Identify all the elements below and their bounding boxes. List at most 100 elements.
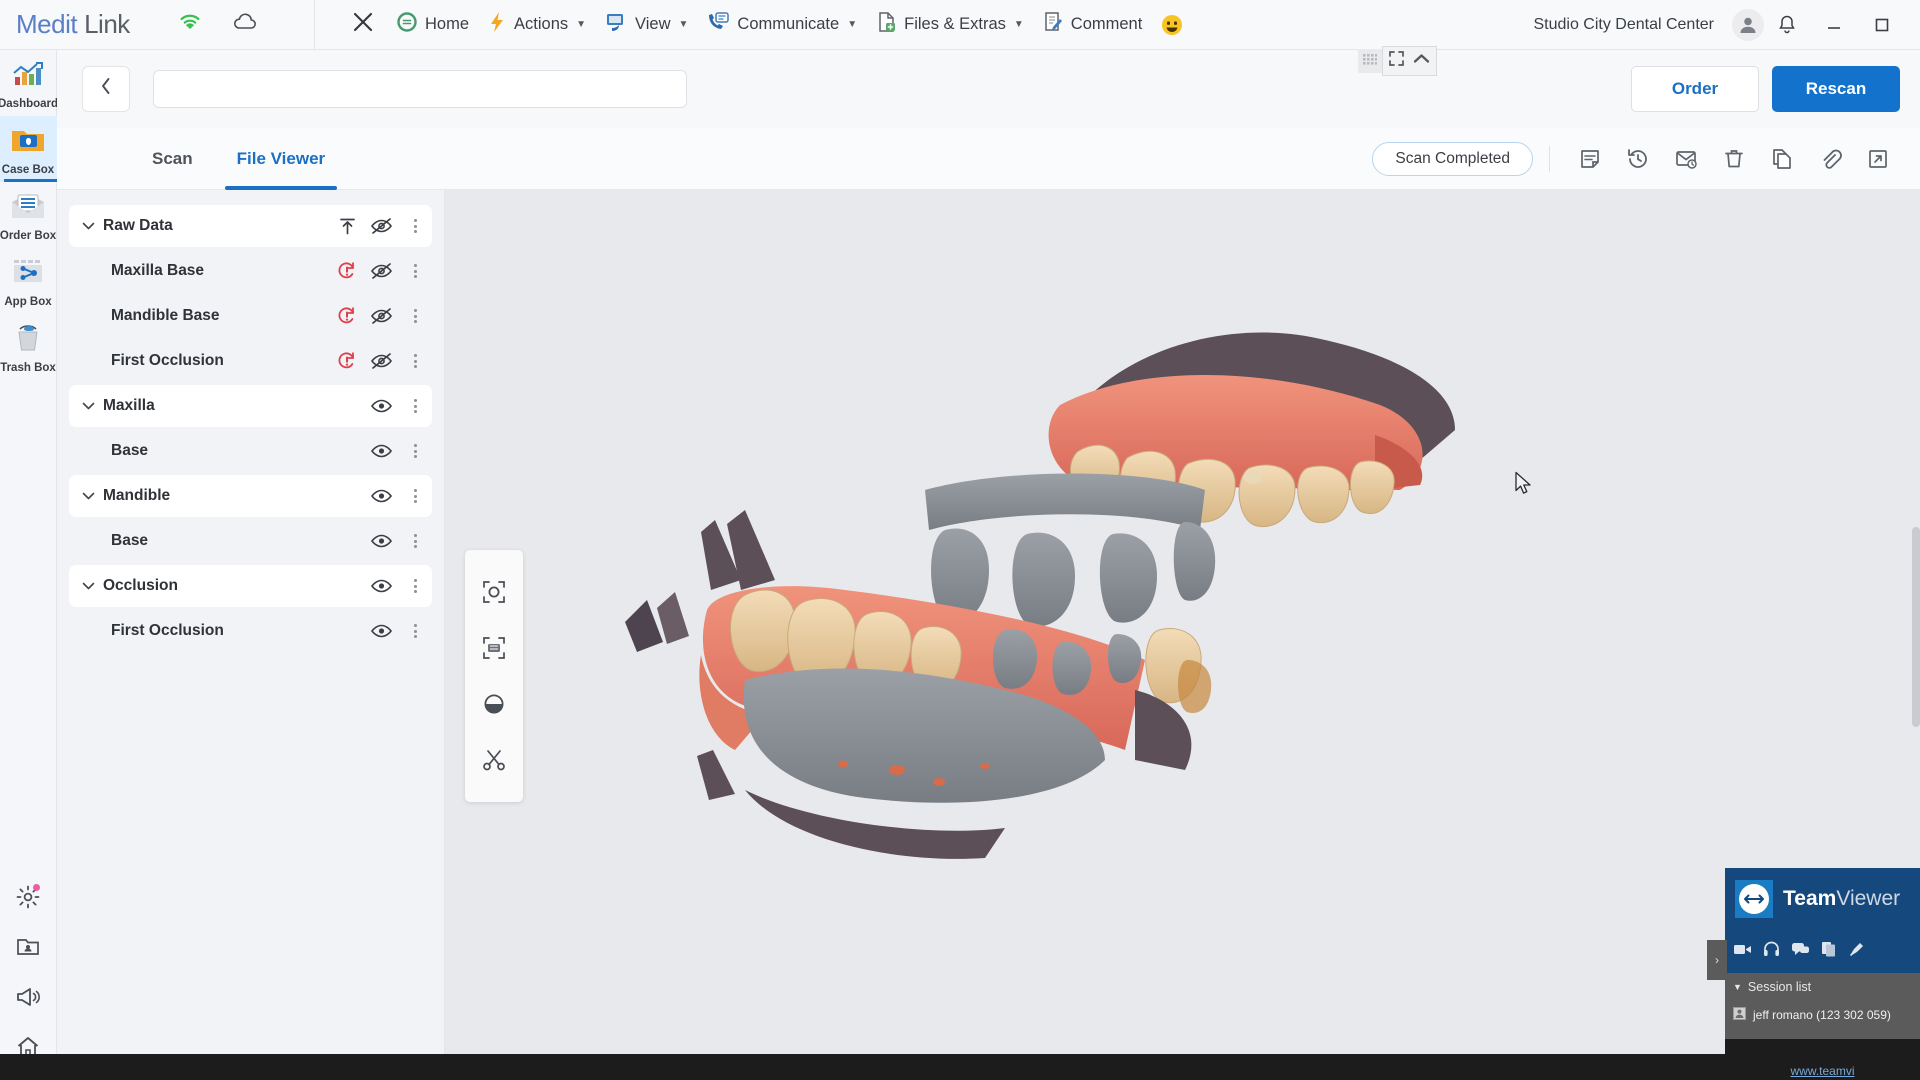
teamviewer-url[interactable]: www.teamvi — [1790, 1064, 1854, 1080]
eye-off-icon[interactable] — [364, 205, 398, 247]
tree-row-mandible[interactable]: Mandible — [69, 475, 432, 517]
tree-row-maxilla-base-child[interactable]: Base — [69, 430, 432, 472]
fullscreen-icon[interactable] — [1388, 50, 1405, 72]
menu-home[interactable]: Home — [387, 0, 478, 50]
menu-actions[interactable]: Actions ▼ — [478, 0, 595, 50]
eye-off-icon[interactable] — [364, 295, 398, 337]
rescan-button[interactable]: Rescan — [1772, 66, 1900, 112]
bell-icon[interactable] — [1764, 2, 1810, 48]
kebab-icon[interactable] — [398, 340, 432, 382]
attachment-icon[interactable] — [1806, 138, 1854, 180]
sidebar-item-case-box[interactable]: Case Box — [0, 116, 57, 182]
chevron-down-icon[interactable] — [75, 491, 101, 501]
history-icon[interactable] — [1614, 138, 1662, 180]
sidebar-item-app-box[interactable]: App Box — [0, 248, 57, 314]
kebab-icon[interactable] — [398, 385, 432, 427]
eye-icon[interactable] — [364, 565, 398, 607]
upload-icon[interactable] — [330, 205, 364, 247]
menu-communicate-label: Communicate — [737, 15, 840, 33]
warning-refresh-icon[interactable] — [330, 295, 364, 337]
chat-phone-icon — [706, 11, 730, 38]
monitor-icon — [604, 11, 628, 38]
tree-row-first-occlusion-raw[interactable]: First Occlusion — [69, 340, 432, 382]
chevron-down-icon[interactable] — [75, 221, 101, 231]
video-icon[interactable] — [1733, 942, 1752, 962]
scissors-icon[interactable] — [465, 732, 523, 788]
chevron-down-icon[interactable] — [75, 581, 101, 591]
tree-row-mandible-base-child[interactable]: Base — [69, 520, 432, 562]
search-input-wrapper[interactable] — [153, 70, 687, 108]
eye-icon[interactable] — [364, 430, 398, 472]
tree-row-mandible-base[interactable]: Mandible Base — [69, 295, 432, 337]
teamviewer-expand-tab[interactable]: › — [1707, 940, 1727, 980]
files-icon[interactable] — [1821, 941, 1837, 962]
kebab-icon[interactable] — [398, 610, 432, 652]
kebab-icon[interactable] — [398, 295, 432, 337]
eye-icon[interactable] — [364, 520, 398, 562]
mail-pending-icon[interactable] — [1662, 138, 1710, 180]
close-icon[interactable] — [339, 10, 387, 39]
sidebar-item-trash-box[interactable]: Trash Box — [0, 314, 57, 380]
maximize-icon[interactable] — [1858, 0, 1906, 50]
kebab-icon[interactable] — [398, 475, 432, 517]
tree-row-raw-data[interactable]: Raw Data — [69, 205, 432, 247]
grey-restoration-mesh — [925, 473, 1216, 627]
order-button[interactable]: Order — [1631, 66, 1759, 112]
grid-icon[interactable] — [1358, 49, 1382, 73]
kebab-icon[interactable] — [398, 520, 432, 562]
tab-file-viewer[interactable]: File Viewer — [215, 128, 348, 190]
menu-files-label: Files & Extras — [904, 15, 1006, 33]
session-list-header[interactable]: ▼ Session list — [1725, 973, 1920, 1001]
smiley-icon[interactable] — [1151, 0, 1193, 50]
model-viewport[interactable] — [445, 190, 1920, 1080]
tree-row-occlusion[interactable]: Occlusion — [69, 565, 432, 607]
back-button[interactable] — [82, 66, 130, 112]
fit-model-icon[interactable] — [465, 620, 523, 676]
menu-comment[interactable]: Comment — [1033, 0, 1152, 50]
tab-scan[interactable]: Scan — [130, 128, 215, 190]
kebab-icon[interactable] — [398, 565, 432, 607]
minimize-icon[interactable] — [1810, 0, 1858, 50]
viewport-scrollbar[interactable] — [1912, 527, 1920, 727]
top-menu-bar: Home Actions ▼ View ▼ Communicate ▼ File… — [315, 0, 1193, 50]
tree-row-maxilla[interactable]: Maxilla — [69, 385, 432, 427]
sidebar-item-order-box[interactable]: Order Box — [0, 182, 57, 248]
eye-off-icon[interactable] — [364, 250, 398, 292]
eye-off-icon[interactable] — [364, 340, 398, 382]
headset-icon[interactable] — [1763, 941, 1780, 962]
chevron-down-icon: ▼ — [847, 19, 858, 30]
search-input[interactable] — [166, 71, 674, 107]
copy-icon[interactable] — [1758, 138, 1806, 180]
chevron-down-icon[interactable] — [75, 401, 101, 411]
chat-icon[interactable] — [1791, 942, 1810, 962]
kebab-icon[interactable] — [398, 430, 432, 472]
open-external-icon[interactable] — [1854, 138, 1902, 180]
session-list-item[interactable]: jeff romano (123 302 059) — [1725, 1001, 1920, 1029]
warning-refresh-icon[interactable] — [330, 250, 364, 292]
eye-icon[interactable] — [364, 475, 398, 517]
megaphone-icon[interactable] — [0, 972, 57, 1022]
menu-view[interactable]: View ▼ — [595, 0, 697, 50]
chevron-right-icon: › — [1715, 953, 1719, 967]
menu-communicate[interactable]: Communicate ▼ — [697, 0, 866, 50]
trash-icon[interactable] — [1710, 138, 1758, 180]
occlusion-contrast-icon[interactable] — [465, 676, 523, 732]
warning-refresh-icon[interactable] — [330, 340, 364, 382]
eye-icon[interactable] — [364, 385, 398, 427]
gear-icon[interactable] — [0, 872, 57, 922]
sidebar-item-dashboard[interactable]: Dashboard — [0, 50, 58, 116]
chevron-up-icon[interactable] — [1412, 51, 1431, 71]
focus-target-icon[interactable] — [465, 564, 523, 620]
teamviewer-panel[interactable]: TeamViewer ▼ Session list jeff romano (1… — [1707, 868, 1920, 1080]
avatar[interactable] — [1732, 8, 1764, 41]
tree-row-first-occlusion[interactable]: First Occlusion — [69, 610, 432, 652]
eye-icon[interactable] — [364, 610, 398, 652]
kebab-icon[interactable] — [398, 205, 432, 247]
note-icon[interactable] — [1566, 138, 1614, 180]
folder-user-icon[interactable] — [0, 922, 57, 972]
whiteboard-icon[interactable] — [1848, 941, 1865, 962]
menu-files-extras[interactable]: Files & Extras ▼ — [866, 0, 1033, 50]
kebab-icon[interactable] — [398, 250, 432, 292]
tree-row-maxilla-base[interactable]: Maxilla Base — [69, 250, 432, 292]
tree-row-label: First Occlusion — [111, 352, 224, 369]
